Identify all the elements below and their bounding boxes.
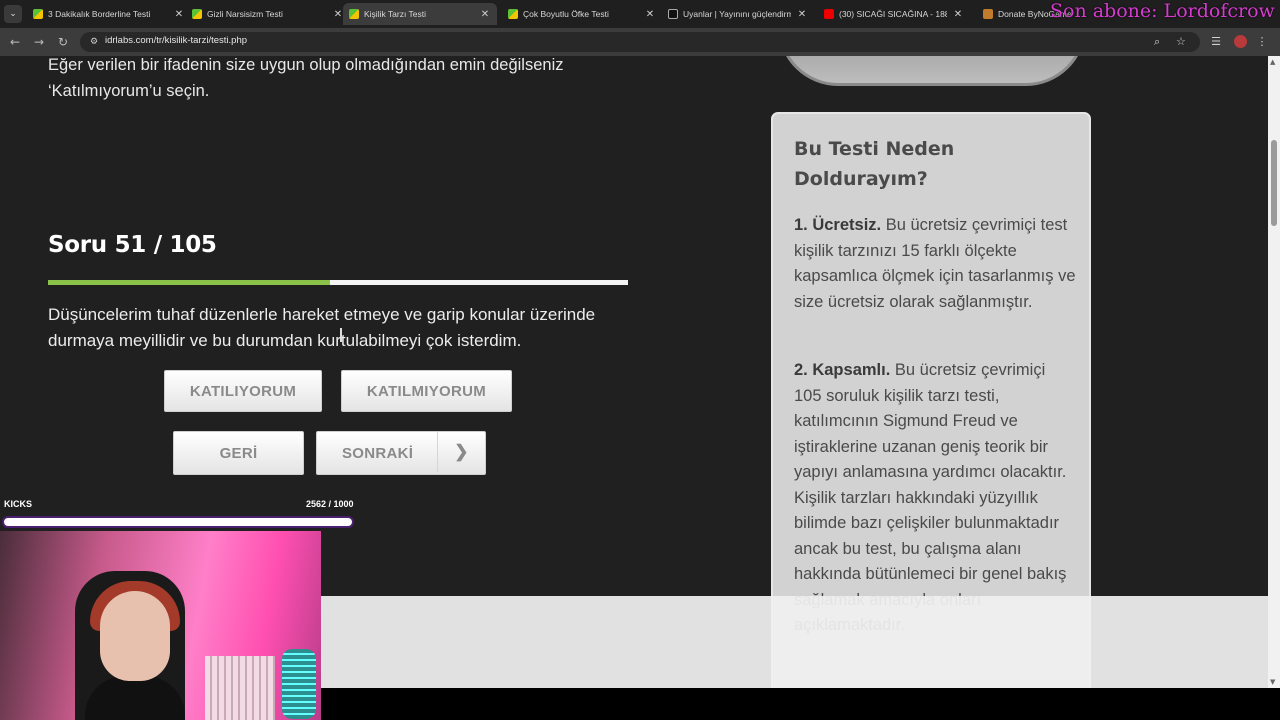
illustration-image	[778, 56, 1086, 86]
question-counter: Soru 51 / 105	[48, 232, 217, 258]
card-title: Bu Testi Neden Doldurayım?	[794, 138, 955, 190]
scroll-up-icon[interactable]: ▲	[1270, 58, 1275, 66]
profile-avatar[interactable]	[1234, 35, 1247, 48]
tab-title: Kişilik Tarzı Testi	[364, 9, 427, 19]
progress-fill	[48, 280, 330, 285]
card-point-free: 1. Ücretsiz. Bu ücretsiz çevrimiçi test …	[794, 213, 1076, 315]
close-icon[interactable]: ✕	[173, 9, 185, 20]
back-button[interactable]: GERİ	[173, 431, 304, 475]
tab-title: 3 Dakikalık Borderline Testi	[48, 9, 151, 19]
kicks-label: KICKS	[4, 499, 33, 509]
url-text: idrlabs.com/tr/kisilik-tarzi/testi.php	[105, 35, 248, 46]
close-icon[interactable]: ✕	[952, 9, 964, 20]
tab-ofke[interactable]: Çok Boyutlu Öfke Testi ✕	[502, 3, 662, 25]
tab-title: Çok Boyutlu Öfke Testi	[523, 9, 609, 19]
point-lead: 2. Kapsamlı.	[794, 361, 891, 379]
media-control-icon[interactable]: ☰	[1208, 34, 1224, 50]
site-info-icon[interactable]: ⚙	[88, 36, 100, 48]
address-bar[interactable]: ⚙ idrlabs.com/tr/kisilik-tarzi/testi.php…	[80, 32, 1200, 52]
reload-icon[interactable]: ↻	[55, 34, 71, 50]
idrlabs-icon	[33, 9, 43, 19]
tab-title: (30) SICAĞI SICAĞINA - 188.Bölüm	[839, 9, 947, 19]
ad-banner-area	[320, 596, 1268, 688]
next-button-label: SONRAKİ	[342, 444, 414, 462]
kicks-count: 2562 / 1000	[306, 499, 354, 509]
bookmark-star-icon[interactable]: ☆	[1176, 35, 1186, 48]
scroll-down-icon[interactable]: ▼	[1270, 678, 1275, 686]
idrlabs-icon	[349, 9, 359, 19]
tab-title: Uyanlar | Yayınını güçlendirmek	[683, 9, 791, 19]
letterbox-bar	[321, 688, 1280, 720]
kicks-progress-bar	[2, 516, 354, 528]
tab-uyanlar[interactable]: Uyanlar | Yayınını güçlendirmek ✕	[662, 3, 814, 25]
agree-button[interactable]: KATILIYORUM	[164, 370, 322, 412]
close-icon[interactable]: ✕	[644, 9, 656, 20]
point-text: Bu ücretsiz çevrimiçi 105 soruluk kişili…	[794, 361, 1067, 634]
tab-kisilik-tarzi[interactable]: Kişilik Tarzı Testi ✕	[343, 3, 497, 25]
last-subscriber-overlay: Son abone: Lordofcrow	[1050, 0, 1275, 22]
tab-narsisizm[interactable]: Gizli Narsisizm Testi ✕	[186, 3, 350, 25]
idrlabs-icon	[192, 9, 202, 19]
disagree-button[interactable]: KATILMIYORUM	[341, 370, 512, 412]
more-menu-icon[interactable]: ⋮	[1254, 34, 1270, 50]
back-arrow-icon[interactable]: ←	[7, 34, 23, 50]
browser-toolbar: ← → ↻ ⚙ idrlabs.com/tr/kisilik-tarzi/tes…	[0, 28, 1280, 56]
point-lead: 1. Ücretsiz.	[794, 216, 882, 234]
webcam-feed	[0, 531, 321, 720]
tab-strip: ⌄ 3 Dakikalık Borderline Testi ✕ Gizli N…	[0, 0, 1280, 28]
bot-icon	[668, 9, 678, 19]
idrlabs-icon	[508, 9, 518, 19]
page-scrollbar[interactable]: ▲ ▼	[1268, 56, 1280, 688]
close-icon[interactable]: ✕	[479, 9, 491, 20]
chevron-right-icon: ❯	[437, 432, 485, 472]
rgb-lamp	[282, 649, 316, 719]
tab-title: Gizli Narsisizm Testi	[207, 9, 283, 19]
text-cursor-icon	[340, 328, 342, 342]
forward-arrow-icon[interactable]: →	[31, 34, 47, 50]
next-button[interactable]: SONRAKİ ❯	[316, 431, 486, 475]
instructions-text: Eğer verilen bir ifadenin size uygun olu…	[48, 56, 564, 100]
zoom-icon[interactable]: ⌕	[1154, 35, 1160, 49]
tab-borderline[interactable]: 3 Dakikalık Borderline Testi ✕	[27, 3, 191, 25]
question-text: Düşüncelerim tuhaf düzenlerle hareket et…	[48, 305, 596, 350]
tab-youtube[interactable]: (30) SICAĞI SICAĞINA - 188.Bölüm ✕	[818, 3, 970, 25]
streamer-face	[100, 591, 170, 681]
radiator	[205, 656, 275, 720]
close-icon[interactable]: ✕	[796, 9, 808, 20]
progress-bar	[48, 280, 628, 285]
tab-search-icon[interactable]: ⌄	[4, 5, 22, 23]
kicks-progress-fill	[4, 518, 352, 526]
youtube-icon	[824, 9, 834, 19]
donate-icon	[983, 9, 993, 19]
scroll-thumb[interactable]	[1271, 140, 1277, 226]
